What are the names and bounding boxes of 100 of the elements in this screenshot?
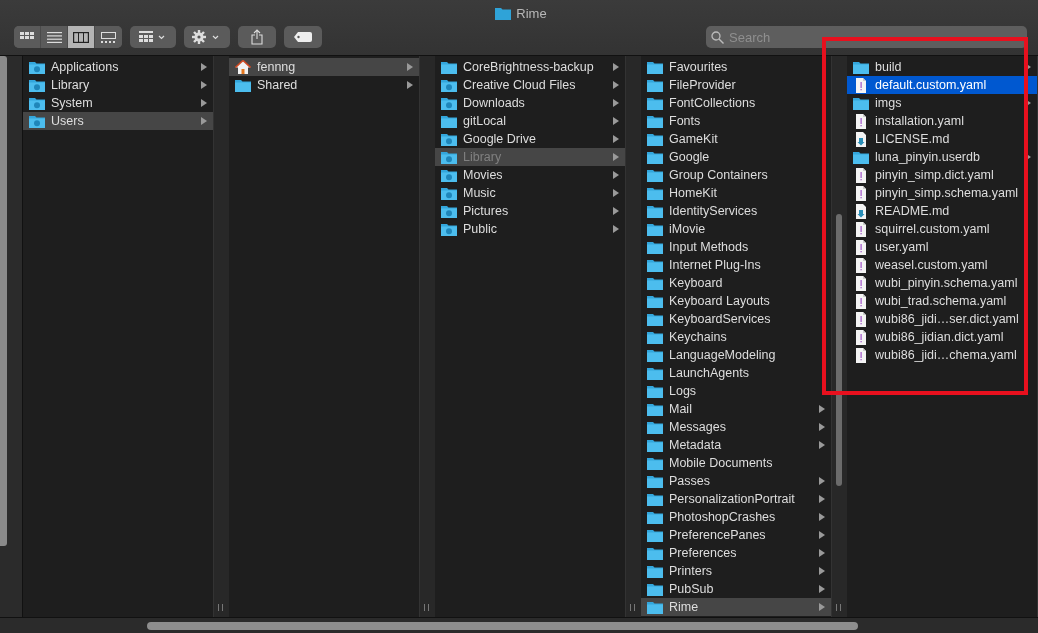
folder-icon xyxy=(29,114,45,128)
folder-item[interactable]: KeyboardServices xyxy=(641,310,831,328)
folder-icon xyxy=(647,384,663,398)
folder-icon xyxy=(647,492,663,506)
folder-item[interactable]: gitLocal xyxy=(435,112,625,130)
file-item[interactable]: pinyin_simp.dict.yaml xyxy=(847,166,1037,184)
folder-item[interactable]: PhotoshopCrashes xyxy=(641,508,831,526)
folder-item[interactable]: PersonalizationPortrait xyxy=(641,490,831,508)
folder-icon xyxy=(441,96,457,110)
folder-item[interactable]: FileProvider xyxy=(641,76,831,94)
document-icon xyxy=(853,221,869,237)
file-item[interactable]: LICENSE.md xyxy=(847,130,1037,148)
file-item[interactable]: wubi86_jidi…chema.yaml xyxy=(847,346,1037,364)
folder-item[interactable]: Group Containers xyxy=(641,166,831,184)
file-item[interactable]: user.yaml xyxy=(847,238,1037,256)
column-view-button[interactable] xyxy=(68,26,95,48)
file-item[interactable]: installation.yaml xyxy=(847,112,1037,130)
scrollbar-thumb[interactable] xyxy=(836,214,842,486)
document-icon xyxy=(853,329,869,345)
folder-item[interactable]: Messages xyxy=(641,418,831,436)
folder-item[interactable]: Public xyxy=(435,220,625,238)
folder-item[interactable]: Shared xyxy=(229,76,419,94)
folder-icon xyxy=(647,546,663,560)
resize-handle[interactable] xyxy=(836,604,841,611)
folder-item[interactable]: Input Methods xyxy=(641,238,831,256)
folder-item[interactable]: PreferencePanes xyxy=(641,526,831,544)
folder-icon xyxy=(647,258,663,272)
folder-item[interactable]: Movies xyxy=(435,166,625,184)
tag-button[interactable] xyxy=(284,26,322,48)
folder-item[interactable]: Library xyxy=(23,76,213,94)
folder-item[interactable]: Preferences xyxy=(641,544,831,562)
scrollbar-thumb[interactable] xyxy=(0,56,7,546)
folder-item[interactable]: CoreBrightness-backup xyxy=(435,58,625,76)
file-item[interactable]: default.custom.yaml xyxy=(847,76,1037,94)
folder-icon xyxy=(647,312,663,326)
folder-item[interactable]: Keyboard xyxy=(641,274,831,292)
folder-icon xyxy=(647,186,663,200)
folder-icon xyxy=(647,60,663,74)
folder-item[interactable]: Favourites xyxy=(641,58,831,76)
folder-item[interactable]: Applications xyxy=(23,58,213,76)
folder-item[interactable]: PubSub xyxy=(641,580,831,598)
folder-item[interactable]: Internet Plug-Ins xyxy=(641,256,831,274)
folder-item[interactable]: GameKit xyxy=(641,130,831,148)
folder-icon xyxy=(441,132,457,146)
document-icon xyxy=(853,203,869,219)
folder-item[interactable]: Downloads xyxy=(435,94,625,112)
folder-item[interactable]: IdentityServices xyxy=(641,202,831,220)
folder-item[interactable]: Pictures xyxy=(435,202,625,220)
folder-item[interactable]: iMovie xyxy=(641,220,831,238)
folder-item[interactable]: HomeKit xyxy=(641,184,831,202)
folder-icon xyxy=(441,60,457,74)
folder-icon xyxy=(647,474,663,488)
folder-item[interactable]: Keychains xyxy=(641,328,831,346)
folder-item[interactable]: Keyboard Layouts xyxy=(641,292,831,310)
file-item[interactable]: wubi_pinyin.schema.yaml xyxy=(847,274,1037,292)
folder-item[interactable]: System xyxy=(23,94,213,112)
file-item[interactable]: wubi86_jidian.dict.yaml xyxy=(847,328,1037,346)
settings-button[interactable] xyxy=(184,26,230,48)
folder-icon xyxy=(29,60,45,74)
file-item[interactable]: weasel.custom.yaml xyxy=(847,256,1037,274)
gallery-icon xyxy=(101,31,116,43)
folder-item[interactable]: Mobile Documents xyxy=(641,454,831,472)
file-item[interactable]: README.md xyxy=(847,202,1037,220)
folder-item[interactable]: FontCollections xyxy=(641,94,831,112)
share-icon xyxy=(251,29,263,45)
folder-item[interactable]: Mail xyxy=(641,400,831,418)
folder-icon xyxy=(647,330,663,344)
folder-item[interactable]: Logs xyxy=(641,382,831,400)
folder-icon xyxy=(441,150,457,164)
folder-item[interactable]: Users xyxy=(23,112,213,130)
folder-item[interactable]: Metadata xyxy=(641,436,831,454)
folder-item[interactable]: fennng xyxy=(229,58,419,76)
share-button[interactable] xyxy=(238,26,276,48)
folder-icon xyxy=(647,276,663,290)
file-item[interactable]: wubi86_jidi…ser.dict.yaml xyxy=(847,310,1037,328)
resize-handle[interactable] xyxy=(630,604,635,611)
folder-item[interactable]: Creative Cloud Files xyxy=(435,76,625,94)
folder-item[interactable]: Google xyxy=(641,148,831,166)
document-icon xyxy=(853,275,869,291)
folder-item[interactable]: Fonts xyxy=(641,112,831,130)
document-icon xyxy=(853,167,869,183)
folder-icon xyxy=(647,240,663,254)
scrollbar-thumb[interactable] xyxy=(147,622,858,630)
folder-icon xyxy=(647,222,663,236)
resize-handle[interactable] xyxy=(424,604,429,611)
folder-item[interactable]: Google Drive xyxy=(435,130,625,148)
resize-handle[interactable] xyxy=(218,604,223,611)
document-icon xyxy=(853,131,869,147)
folder-item[interactable]: LaunchAgents xyxy=(641,364,831,382)
group-button[interactable] xyxy=(130,26,176,48)
folder-item[interactable]: Music xyxy=(435,184,625,202)
file-item[interactable]: pinyin_simp.schema.yaml xyxy=(847,184,1037,202)
folder-item[interactable]: LanguageModeling xyxy=(641,346,831,364)
file-item[interactable]: wubi_trad.schema.yaml xyxy=(847,292,1037,310)
file-item[interactable]: squirrel.custom.yaml xyxy=(847,220,1037,238)
folder-icon xyxy=(647,132,663,146)
icon-view-button[interactable] xyxy=(14,26,41,48)
folder-item[interactable]: Passes xyxy=(641,472,831,490)
folder-item[interactable]: Printers xyxy=(641,562,831,580)
folder-item[interactable]: Rime xyxy=(641,598,831,616)
